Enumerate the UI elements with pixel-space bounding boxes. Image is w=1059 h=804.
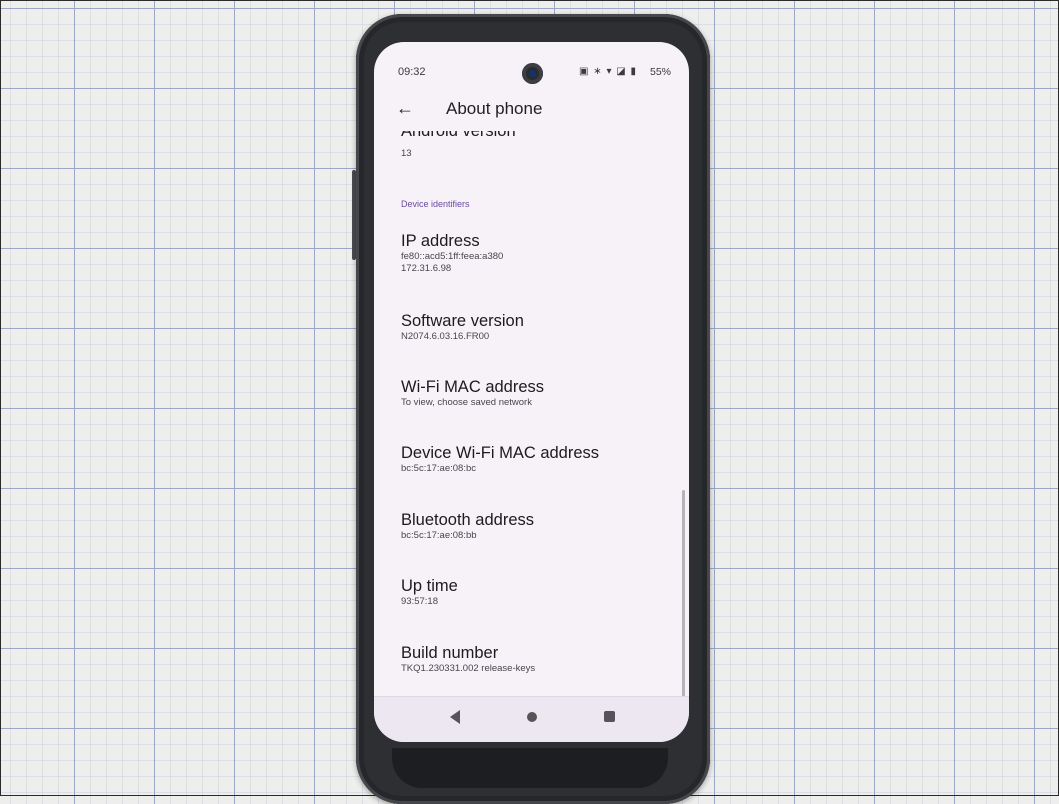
app-bar: ← About phone [374, 94, 689, 130]
list-item-title: Bluetooth address [401, 511, 535, 529]
list-item-value: bc:5c:17:ae:08:bc [401, 463, 476, 474]
list-item-value: 93:57:18 [401, 596, 438, 607]
list-item-wifi-mac-address[interactable]: Wi-Fi MAC address To view, choose saved … [401, 378, 544, 409]
nav-back-icon[interactable] [450, 710, 460, 724]
phone-bottom-bezel [392, 748, 668, 788]
page-title: About phone [446, 99, 543, 118]
list-item-up-time[interactable]: Up time 93:57:18 [401, 577, 458, 608]
battery-percent: 55% [649, 66, 671, 78]
list-item-title: Wi-Fi MAC address [401, 378, 545, 396]
list-item-title: IP address [401, 232, 480, 250]
status-icons: ▣ ∗ ▾ ◪ ▮ [579, 66, 637, 77]
nfc-icon: ▣ [579, 66, 590, 77]
list-item-value: bc:5c:17:ae:08:bb [401, 530, 477, 541]
list-item-value: fe80::acd5:1ff:feea:a380 [401, 251, 504, 262]
list-item-build-number[interactable]: Build number TKQ1.230331.002 release-key… [401, 644, 535, 675]
list-item-value: TKQ1.230331.002 release-keys [401, 663, 536, 674]
phone-screen: 09:32 ▣ ∗ ▾ ◪ ▮ 55% ← About phone Androi… [374, 42, 689, 742]
list-item-title: Software version [401, 312, 524, 330]
list-item-title: Device Wi-Fi MAC address [401, 444, 600, 462]
battery-icon: ▮ [630, 66, 637, 77]
section-header-device-identifiers: Device identifiers [401, 199, 470, 209]
list-item-title: Up time [401, 577, 458, 595]
no-sim-icon: ◪ [616, 66, 627, 77]
status-bar: 09:32 ▣ ∗ ▾ ◪ ▮ 55% [374, 42, 689, 84]
back-arrow-icon[interactable]: ← [396, 98, 414, 119]
status-time: 09:32 [398, 66, 426, 78]
nav-home-icon[interactable] [527, 712, 537, 722]
navigation-bar [374, 696, 689, 742]
list-item-value: N2074.6.03.16.FR00 [401, 331, 490, 342]
list-item-ip-address[interactable]: IP address fe80::acd5:1ff:feea:a380 172.… [401, 232, 503, 275]
list-item-software-version[interactable]: Software version N2074.6.03.16.FR00 [401, 312, 524, 343]
wifi-icon: ▾ [606, 66, 613, 77]
android-version-value: 13 [401, 148, 412, 159]
list-item-device-wifi-mac-address[interactable]: Device Wi-Fi MAC address bc:5c:17:ae:08:… [401, 444, 599, 475]
front-camera [522, 63, 543, 84]
list-item-bluetooth-address[interactable]: Bluetooth address bc:5c:17:ae:08:bb [401, 511, 534, 542]
list-item-value: To view, choose saved network [401, 397, 532, 408]
nav-recents-icon[interactable] [604, 711, 615, 722]
scrollbar[interactable] [682, 490, 685, 700]
bluetooth-icon: ∗ [593, 66, 603, 77]
list-item-value: 172.31.6.98 [401, 263, 452, 274]
list-item-title: Build number [401, 644, 499, 662]
